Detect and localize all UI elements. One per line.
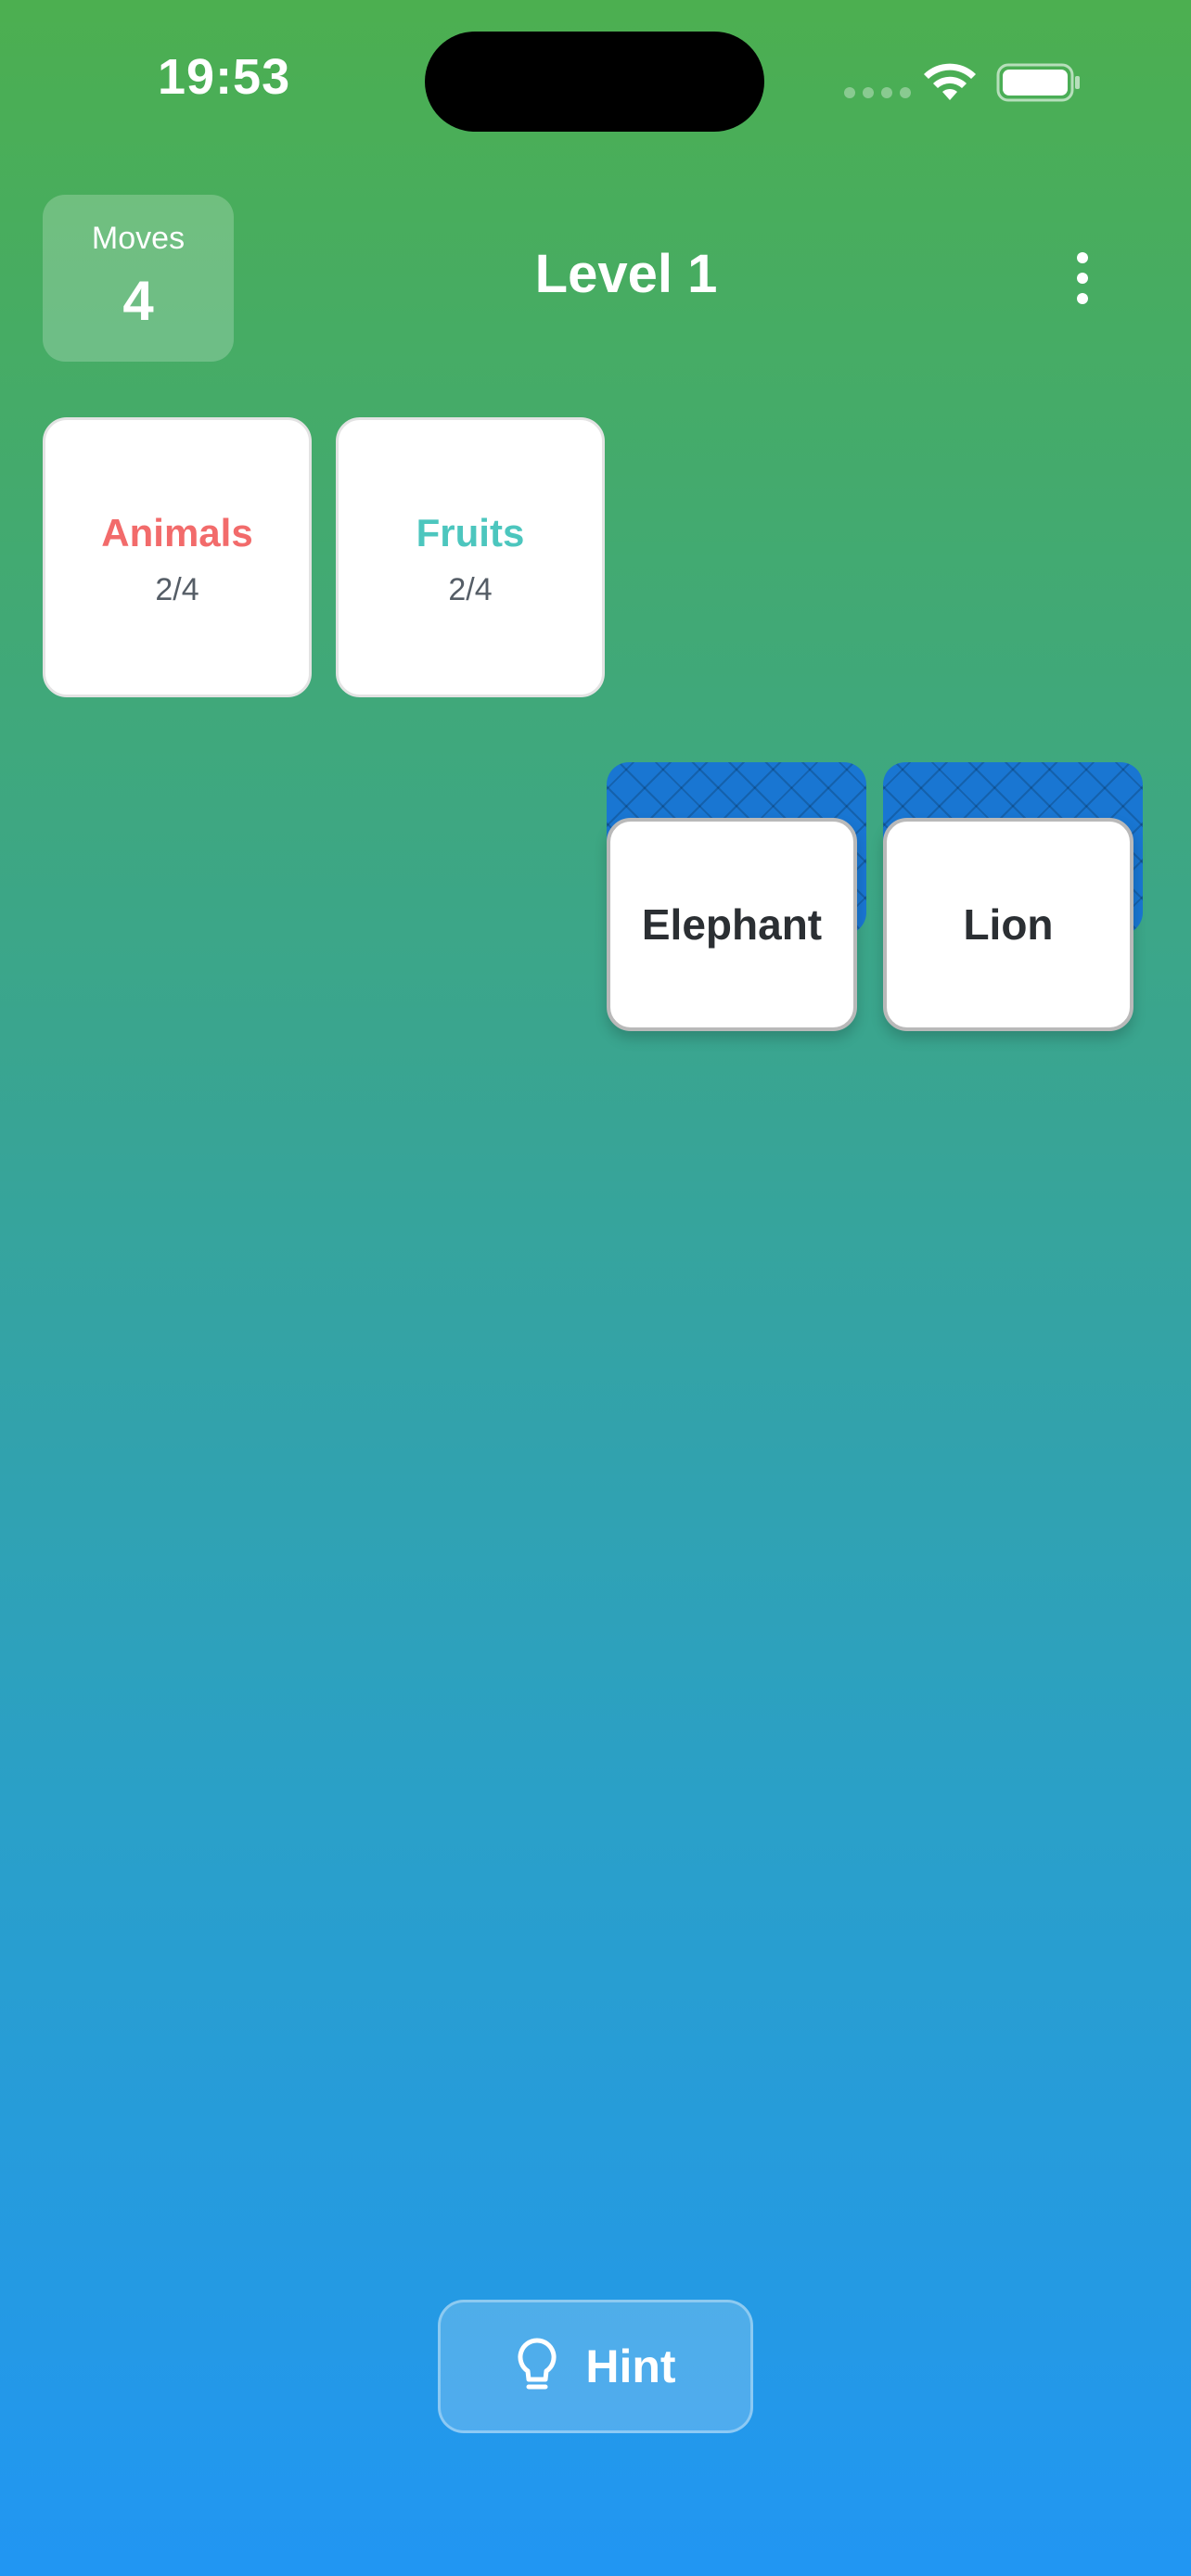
category-name: Animals — [101, 511, 253, 555]
status-time: 19:53 — [158, 49, 291, 105]
word-card-lion[interactable]: Lion — [883, 818, 1133, 1031]
cellular-signal-icon — [844, 87, 911, 98]
dynamic-island — [425, 32, 764, 132]
level-title: Level 1 — [534, 244, 718, 304]
moves-value: 4 — [122, 270, 154, 332]
moves-counter: Moves 4 — [43, 195, 234, 362]
category-card-fruits[interactable]: Fruits 2/4 — [336, 417, 605, 697]
moves-label: Moves — [91, 221, 186, 256]
category-progress: 2/4 — [448, 572, 493, 607]
wifi-icon — [924, 63, 976, 100]
category-name: Fruits — [416, 511, 525, 555]
more-vertical-icon[interactable] — [1057, 243, 1108, 313]
hint-label: Hint — [585, 2340, 676, 2392]
category-progress: 2/4 — [155, 572, 199, 607]
hint-button[interactable]: Hint — [438, 2300, 753, 2433]
category-card-animals[interactable]: Animals 2/4 — [43, 417, 312, 697]
battery-icon — [996, 63, 1080, 102]
lightbulb-icon — [518, 2338, 557, 2390]
word-card-elephant[interactable]: Elephant — [607, 818, 857, 1031]
status-bar: 19:53 — [0, 0, 1191, 158]
